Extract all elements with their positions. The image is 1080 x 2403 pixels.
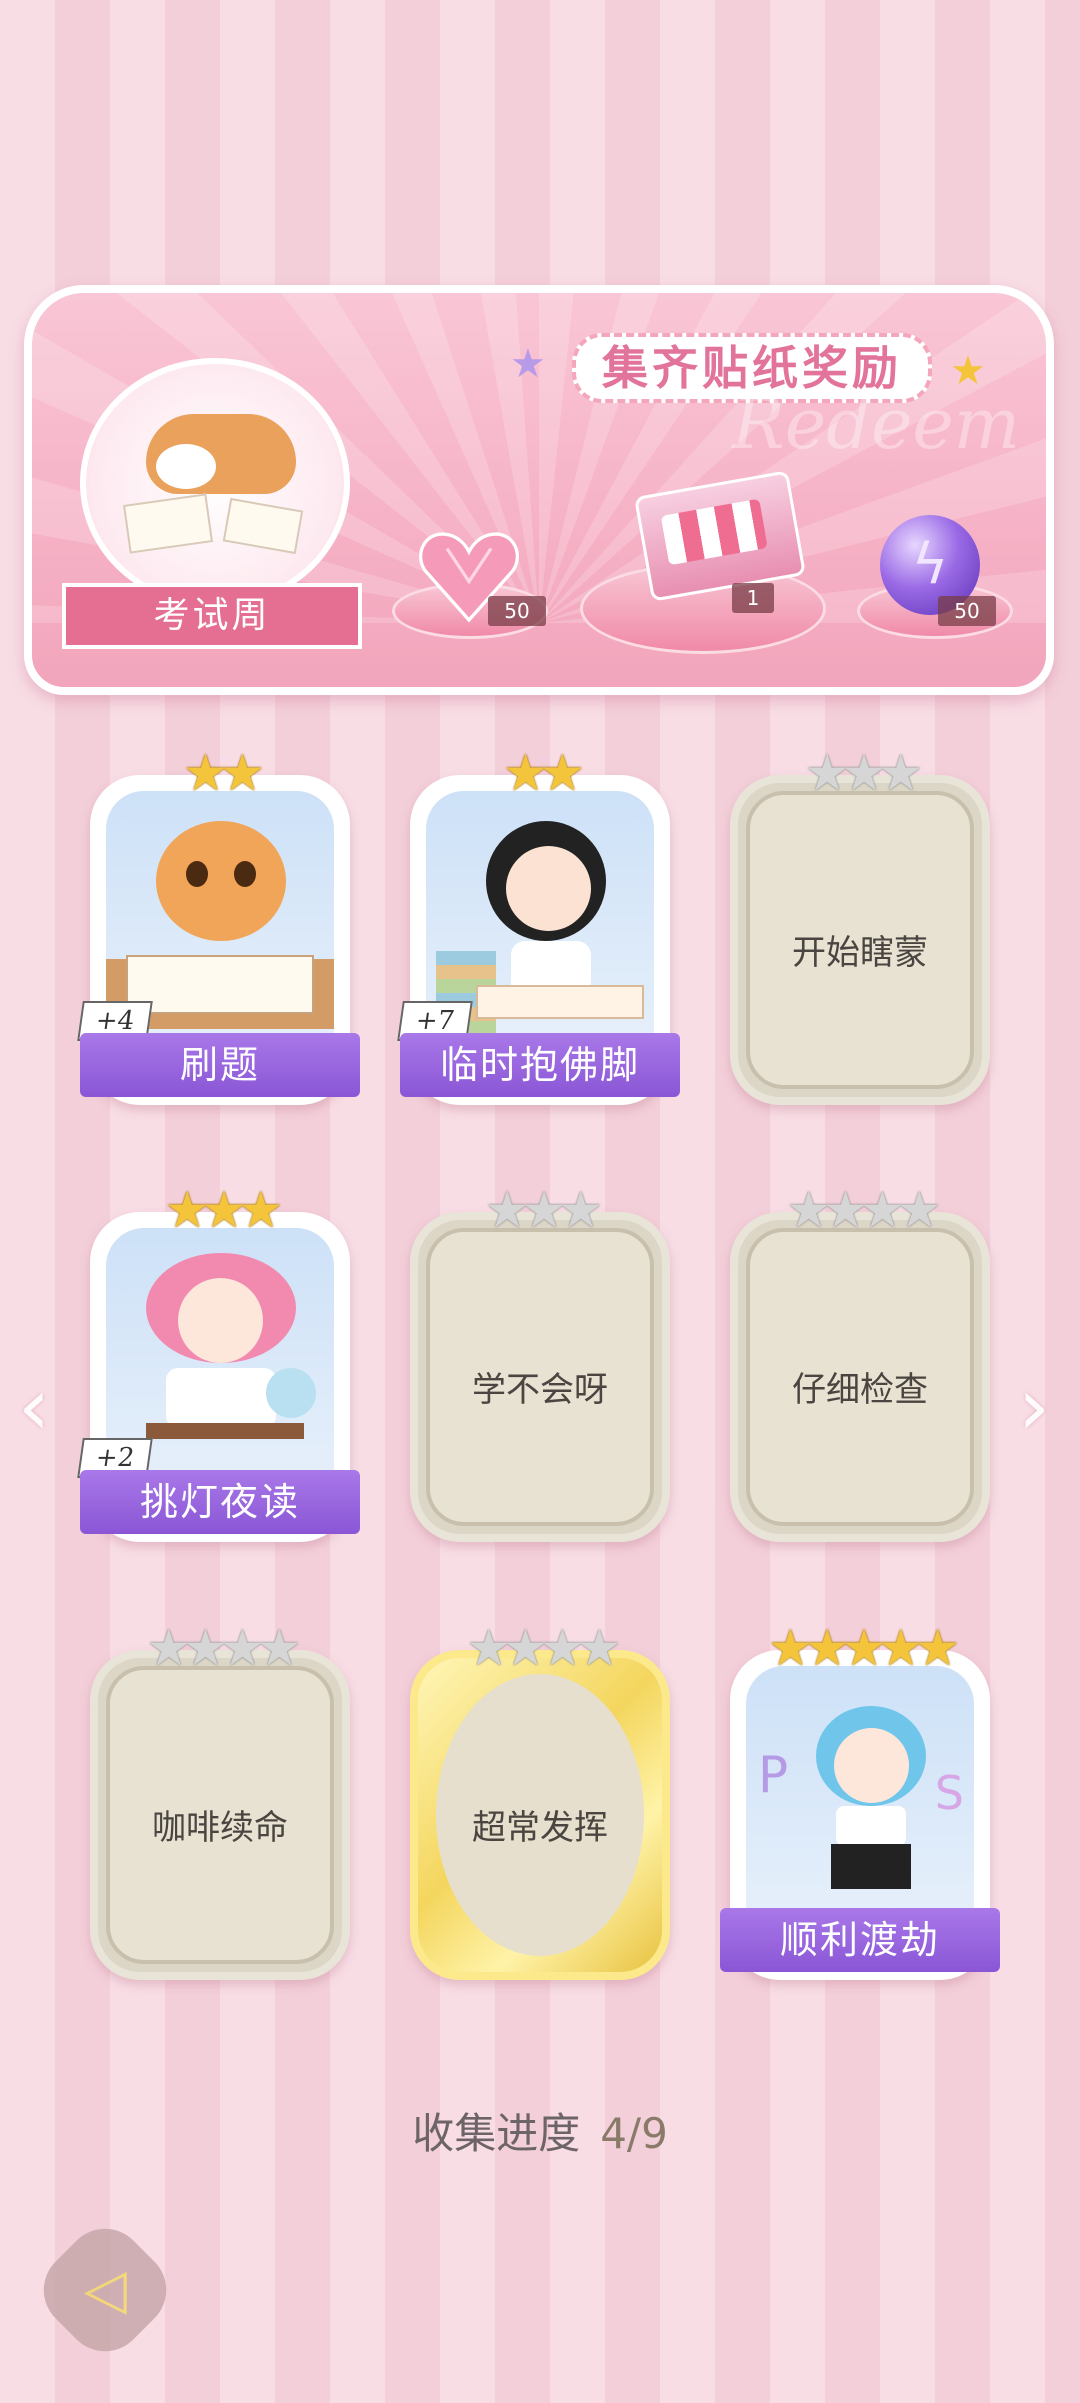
back-button[interactable]: ◁: [27, 2212, 183, 2368]
sticker-card[interactable]: ★★ +7 临时抱佛脚: [397, 744, 680, 1105]
reward-count: 50: [488, 596, 546, 626]
star-rating: ★★★★★: [767, 1619, 960, 1677]
progress-value: 4/9: [600, 2109, 668, 2158]
card-title: 挑灯夜读: [80, 1470, 360, 1534]
card-title: 学不会呀: [472, 1370, 608, 1410]
reward-count: 1: [732, 583, 774, 613]
sticker-card[interactable]: P S ★★★★★ 顺利渡劫: [720, 1619, 1000, 1980]
card-title: 咖啡续命: [152, 1808, 288, 1848]
reward-count: 50: [938, 596, 996, 626]
card-title: 临时抱佛脚: [400, 1033, 680, 1097]
shiba-dog-icon: [146, 414, 296, 494]
card-title: 刷题: [80, 1033, 360, 1097]
sticker-card[interactable]: ★★★★ 咖啡续命: [90, 1620, 350, 1980]
sticker-card[interactable]: ★★★ +2 挑灯夜读: [77, 1181, 360, 1542]
banner-watermark: Redeem: [732, 383, 1021, 465]
sticker-card[interactable]: ★★ +4 刷题: [77, 744, 360, 1105]
chevron-right-icon[interactable]: ›: [1018, 1360, 1050, 1453]
paper-icon: [122, 493, 214, 554]
back-arrow-icon: ◁: [83, 2257, 127, 2323]
star-rating: ★★★: [484, 1181, 604, 1239]
chevron-left-icon[interactable]: ‹: [18, 1360, 50, 1453]
star-rating: ★★★: [804, 744, 924, 802]
star-rating: ★★★★: [786, 1181, 941, 1239]
star-rating: ★★: [503, 744, 585, 802]
sticker-card[interactable]: ★★★ 开始瞎蒙: [730, 745, 990, 1105]
star-rating: ★★: [183, 744, 265, 802]
paper-icon: [222, 497, 304, 555]
card-title: 顺利渡劫: [720, 1908, 1000, 1972]
sticker-card[interactable]: ★★★★ 仔细检查: [730, 1182, 990, 1542]
purple-star-icon: ★: [510, 341, 546, 387]
star-rating: ★★★★: [146, 1619, 301, 1677]
theme-avatar: [80, 358, 350, 608]
card-title: 仔细检查: [792, 1370, 928, 1410]
card-title: 开始瞎蒙: [792, 933, 928, 973]
progress-label: 收集进度: [412, 2109, 581, 2158]
sticker-card[interactable]: ★★★★ 超常发挥: [410, 1620, 670, 1980]
sticker-card[interactable]: ★★★ 学不会呀: [410, 1182, 670, 1542]
theme-ribbon: 考试周: [62, 583, 362, 649]
star-rating: ★★★: [164, 1181, 284, 1239]
star-rating: ★★★★: [466, 1619, 621, 1677]
reward-banner: ★ 集齐贴纸奖励 ★ Redeem 考试周 50 1 ϟ 50: [24, 285, 1054, 695]
collection-progress: 收集进度 4/9: [0, 2100, 1080, 2161]
card-title: 超常发挥: [472, 1808, 608, 1848]
